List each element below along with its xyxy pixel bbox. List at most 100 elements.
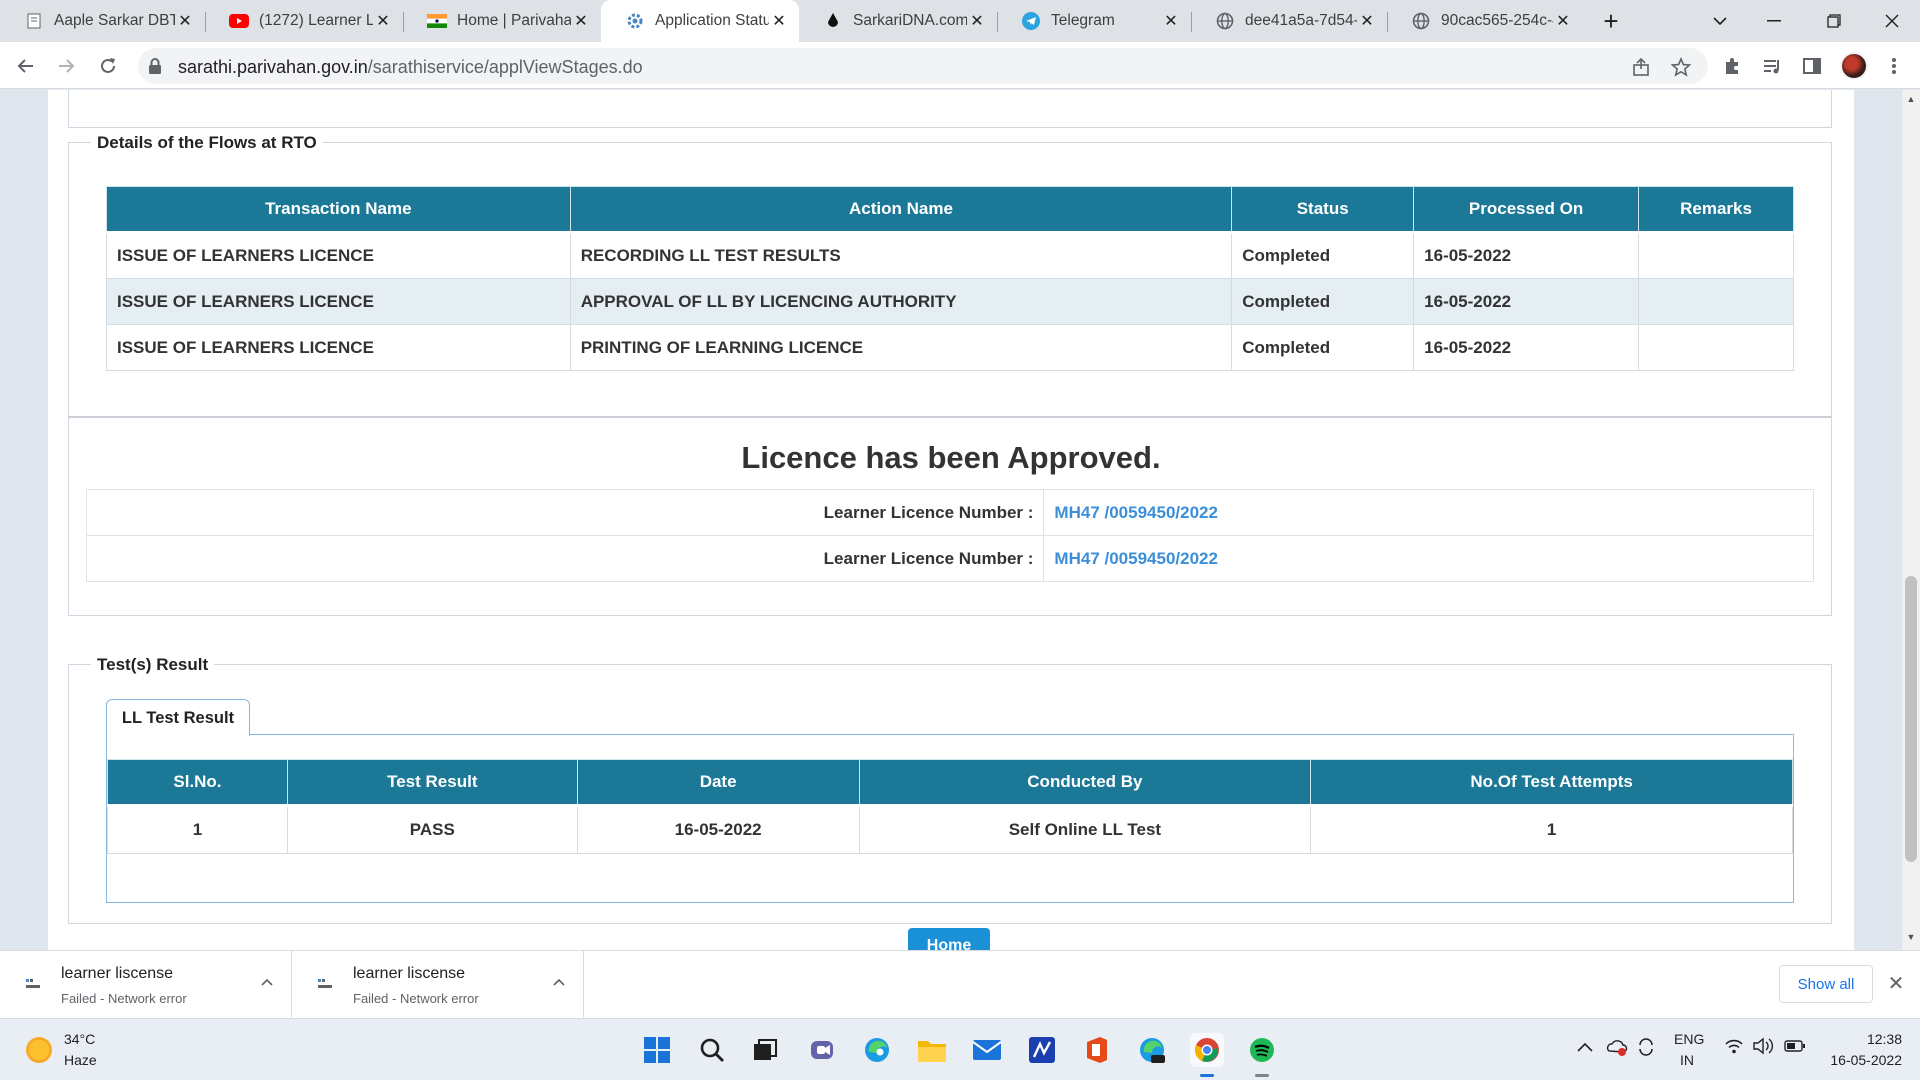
telegram-icon	[1021, 11, 1041, 31]
download-item[interactable]: learner liscense Failed - Network error	[292, 951, 584, 1018]
browser-tab[interactable]: 90cac565-254c-4 ✕	[1387, 0, 1583, 42]
media-queue-icon[interactable]	[1760, 54, 1784, 78]
table-cell: Completed	[1231, 324, 1415, 371]
mathway-app-icon[interactable]	[1025, 1033, 1059, 1067]
forward-arrow-icon[interactable]	[52, 52, 80, 80]
restore-icon[interactable]	[1806, 0, 1862, 42]
language-indicator[interactable]: ENG	[1674, 1031, 1704, 1047]
weather-temperature[interactable]: 34°C	[64, 1031, 95, 1047]
office-icon[interactable]	[1080, 1033, 1114, 1067]
close-icon[interactable]: ✕	[373, 11, 393, 31]
close-icon[interactable]: ✕	[571, 11, 591, 31]
windows-taskbar: 34°C Haze ENG IN 12:38 16-05-2022	[0, 1018, 1920, 1080]
tab-search-icon[interactable]	[1692, 0, 1748, 42]
close-icon[interactable]: ✕	[1553, 11, 1573, 31]
close-icon[interactable]: ✕	[967, 11, 987, 31]
download-name: learner liscense	[353, 965, 466, 982]
close-icon[interactable]: ✕	[1357, 11, 1377, 31]
browser-tab-strip: Aaple Sarkar DBT ✕ (1272) Learner Lic ✕ …	[0, 0, 1920, 42]
tab-title: Application Statu	[655, 12, 769, 29]
chrome-icon[interactable]	[1190, 1033, 1224, 1077]
onedrive-error-icon[interactable]	[1606, 1037, 1628, 1060]
running-indicator	[1255, 1074, 1269, 1077]
clock-time[interactable]: 12:38	[1862, 1031, 1902, 1047]
more-menu-icon[interactable]	[1882, 54, 1906, 78]
download-item[interactable]: learner liscense Failed - Network error	[0, 951, 292, 1018]
table-cell: ISSUE OF LEARNERS LICENCE	[106, 324, 571, 371]
battery-icon[interactable]	[1784, 1039, 1806, 1056]
address-bar[interactable]: sarathi.parivahan.gov.in/sarathiservice/…	[138, 48, 1708, 84]
share-icon[interactable]	[1630, 56, 1652, 78]
youtube-icon	[229, 11, 249, 31]
close-icon[interactable]: ✕	[175, 11, 195, 31]
weather-condition[interactable]: Haze	[64, 1052, 97, 1068]
browser-tab[interactable]: Home | Parivahan ✕	[403, 0, 601, 42]
column-header: Date	[576, 759, 860, 807]
column-header: Conducted By	[858, 759, 1312, 807]
table-row: ISSUE OF LEARNERS LICENCE RECORDING LL T…	[106, 232, 1794, 279]
table-cell: 16-05-2022	[1413, 278, 1640, 325]
home-button[interactable]: Home	[908, 928, 990, 950]
scrollbar-thumb[interactable]	[1905, 576, 1917, 862]
browser-tab[interactable]: Telegram ✕	[997, 0, 1191, 42]
file-explorer-icon[interactable]	[915, 1033, 949, 1067]
lock-icon[interactable]	[148, 57, 162, 80]
chevron-up-icon[interactable]	[261, 973, 273, 989]
column-header: Action Name	[569, 186, 1233, 234]
chevron-up-icon[interactable]	[553, 973, 565, 989]
side-panel-icon[interactable]	[1800, 54, 1824, 78]
mail-icon[interactable]	[970, 1033, 1004, 1067]
volume-icon[interactable]	[1752, 1037, 1774, 1058]
close-icon[interactable]: ✕	[769, 11, 789, 31]
show-all-downloads-button[interactable]: Show all	[1779, 965, 1873, 1003]
table-cell	[1638, 232, 1794, 279]
back-arrow-icon[interactable]	[12, 52, 40, 80]
column-header: Sl.No.	[107, 759, 288, 807]
star-icon[interactable]	[1670, 56, 1692, 78]
page-scrollbar[interactable]: ▲ ▼	[1902, 90, 1920, 950]
chevron-up-icon[interactable]	[1577, 1039, 1593, 1055]
sync-icon[interactable]	[1636, 1037, 1656, 1060]
windows-start-icon[interactable]	[640, 1033, 674, 1067]
scroll-down-icon[interactable]: ▼	[1905, 932, 1917, 944]
tab-ll-test-result[interactable]: LL Test Result	[106, 699, 250, 736]
new-tab-button[interactable]: +	[1598, 8, 1624, 35]
browser-tab[interactable]: dee41a5a-7d54-4 ✕	[1191, 0, 1387, 42]
close-icon[interactable]: ✕	[1161, 11, 1181, 31]
scroll-up-icon[interactable]: ▲	[1905, 94, 1917, 106]
region-indicator[interactable]: IN	[1680, 1052, 1694, 1068]
flows-table: Transaction Name Action Name Status Proc…	[106, 186, 1794, 371]
tab-title: Telegram	[1051, 12, 1115, 29]
table-header-row: Transaction Name Action Name Status Proc…	[106, 186, 1794, 234]
approval-message: Licence has been Approved.	[741, 440, 1161, 475]
tab-title: 90cac565-254c-4	[1441, 12, 1553, 29]
clock-date[interactable]: 16-05-2022	[1820, 1052, 1902, 1068]
tab-title: dee41a5a-7d54-4	[1245, 12, 1357, 29]
edge-beta-icon[interactable]	[1135, 1033, 1169, 1067]
teams-chat-icon[interactable]	[805, 1033, 839, 1067]
profile-avatar[interactable]	[1840, 52, 1868, 80]
task-view-icon[interactable]	[748, 1033, 782, 1067]
weather-sun-icon[interactable]	[26, 1037, 52, 1063]
tab-title: SarkariDNA.com	[853, 12, 967, 29]
browser-toolbar: sarathi.parivahan.gov.in/sarathiservice/…	[0, 42, 1920, 89]
reload-icon[interactable]	[94, 52, 122, 80]
table-row: ISSUE OF LEARNERS LICENCE PRINTING OF LE…	[106, 324, 1794, 371]
spotify-icon[interactable]	[1245, 1033, 1279, 1077]
tab-title: Home | Parivahan	[457, 12, 571, 29]
table-cell: ISSUE OF LEARNERS LICENCE	[106, 232, 571, 279]
browser-tab[interactable]: SarkariDNA.com ✕	[799, 0, 997, 42]
extensions-puzzle-icon[interactable]	[1720, 54, 1744, 78]
window-close-icon[interactable]	[1864, 0, 1920, 42]
wifi-icon[interactable]	[1724, 1037, 1744, 1058]
browser-tab[interactable]: (1272) Learner Lic ✕	[205, 0, 403, 42]
browser-tab[interactable]: Aaple Sarkar DBT ✕	[0, 0, 205, 42]
table-cell: ISSUE OF LEARNERS LICENCE	[106, 278, 571, 325]
browser-tab-active[interactable]: Application Statu ✕	[601, 0, 799, 42]
close-icon[interactable]: ✕	[1884, 971, 1908, 995]
minimize-icon[interactable]	[1746, 0, 1802, 42]
table-cell: 1	[1310, 805, 1793, 854]
table-cell: 16-05-2022	[1413, 324, 1640, 371]
search-icon[interactable]	[695, 1033, 729, 1067]
edge-browser-icon[interactable]	[860, 1033, 894, 1067]
